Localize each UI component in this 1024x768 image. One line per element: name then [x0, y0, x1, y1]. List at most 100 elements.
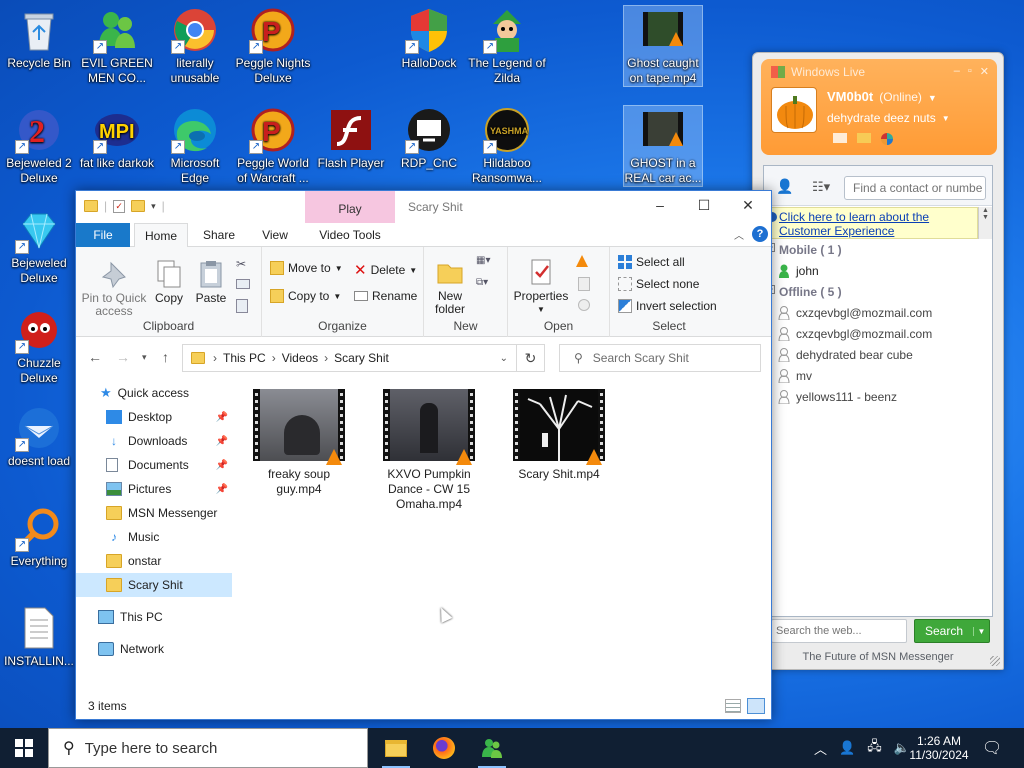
personal-message[interactable]: dehydrate deez nuts ▼	[827, 111, 950, 125]
desktop-icon-chuzzle[interactable]: ↗ Chuzzle Deluxe	[0, 306, 78, 386]
username[interactable]: VM0b0t	[827, 89, 873, 104]
breadcrumb-scary-shit[interactable]: Scary Shit	[334, 351, 389, 365]
group-header-mobile[interactable]: − Mobile ( 1 )	[766, 243, 842, 257]
select-none-button[interactable]: Select none	[618, 277, 699, 291]
contact-item[interactable]: dehydrated bear cube	[778, 348, 913, 363]
help-icon[interactable]: ?	[752, 226, 768, 242]
rename-button[interactable]: Rename	[354, 289, 417, 303]
breadcrumb-videos[interactable]: Videos	[282, 351, 318, 365]
contact-list-options-icon[interactable]: ☷▾	[812, 179, 830, 195]
show-hidden-icons-icon[interactable]: ︿	[814, 739, 827, 758]
details-view-icon[interactable]	[725, 699, 741, 713]
qat-dropdown-icon[interactable]: ▾	[151, 201, 156, 212]
new-item-icon[interactable]: ▦▾	[476, 255, 490, 266]
folder-icon[interactable]	[857, 133, 871, 143]
select-all-button[interactable]: Select all	[618, 255, 685, 269]
desktop-icon-ghost-in-real-car[interactable]: GHOST in a REAL car ac...	[623, 105, 703, 187]
nav-network[interactable]: Network	[76, 637, 232, 661]
tab-share[interactable]: Share	[192, 223, 246, 247]
address-bar[interactable]: › This PC › Videos › Scary Shit ⌄	[182, 344, 517, 372]
move-to-button[interactable]: Move to ▼	[270, 261, 343, 275]
desktop-icon-peggle-nights[interactable]: P ↗ Peggle Nights Deluxe	[234, 6, 312, 86]
contact-item[interactable]: mv	[778, 369, 812, 384]
add-contact-icon[interactable]: 👤	[776, 178, 793, 195]
file-item[interactable]: KXVO Pumpkin Dance - CW 15 Omaha.mp4	[374, 389, 484, 512]
web-search-input[interactable]	[771, 619, 907, 643]
collapse-ribbon-icon[interactable]: ︿	[734, 227, 744, 242]
new-folder-button[interactable]: New folder	[428, 257, 472, 316]
large-icons-view-icon[interactable]	[747, 698, 765, 714]
desktop-icon-hildaboo[interactable]: YASHMA ↗ Hildaboo Ransomwa...	[468, 106, 546, 186]
tab-play-contextual[interactable]: Play	[305, 191, 395, 223]
clock[interactable]: 1:26 AM 11/30/2024	[906, 728, 972, 768]
desktop-icon-ghost-caught-on-tape[interactable]: Ghost caught on tape.mp4	[623, 5, 703, 87]
cut-icon[interactable]: ✂	[236, 257, 246, 271]
nav-music[interactable]: ♪ Music	[76, 525, 232, 549]
minimize-icon[interactable]: –	[954, 65, 960, 78]
banner-link[interactable]: Click here to learn about the Customer E…	[779, 210, 929, 238]
paste-button[interactable]: Paste	[192, 259, 230, 305]
contact-item[interactable]: cxzqevbgl@mozmail.com	[778, 306, 932, 321]
notifications-icon[interactable]: 🗨	[982, 728, 1002, 768]
messenger-window[interactable]: Windows Live – ▫ ✕ VM0b0t (Online) ▼ deh…	[752, 52, 1004, 670]
close-button[interactable]: ✕	[728, 197, 768, 214]
history-icon[interactable]	[578, 299, 590, 311]
easy-access-icon[interactable]: ⧉▾	[476, 277, 488, 288]
chevron-down-icon[interactable]: ▼	[928, 93, 937, 103]
minimize-button[interactable]: –	[640, 197, 680, 213]
desktop-icon-edge[interactable]: ↗ Microsoft Edge	[156, 106, 234, 186]
status-text[interactable]: (Online)	[879, 90, 922, 104]
desktop-icon-installing[interactable]: INSTALLIN...	[0, 604, 78, 669]
nav-quick-access[interactable]: ★ Quick access	[76, 381, 232, 405]
desktop-icon-evil-green-men[interactable]: ↗ EVIL GREEN MEN CO...	[78, 6, 156, 86]
edit-icon[interactable]	[578, 277, 590, 291]
desktop-icon-chrome[interactable]: ↗ literally unusable	[156, 6, 234, 86]
breadcrumb-this-pc[interactable]: This PC	[223, 351, 266, 365]
new-folder-icon[interactable]	[131, 200, 146, 212]
desktop-icon-fat-like-darkok[interactable]: MPI ↗ fat like darkok	[78, 106, 156, 171]
properties-check-icon[interactable]: ✓	[113, 199, 126, 213]
search-box[interactable]: ⚲ Search Scary Shit	[559, 344, 761, 372]
desktop-icon-bejeweled-2[interactable]: 2 ↗ Bejeweled 2 Deluxe	[0, 106, 78, 186]
desktop-icon-legend-of-zilda[interactable]: ↗ The Legend of Zilda	[468, 6, 546, 86]
file-item[interactable]: freaky soup guy.mp4	[244, 389, 354, 497]
desktop-icon-rdp-cnc[interactable]: ↗ RDP_CnC	[390, 106, 468, 171]
tab-file[interactable]: File	[76, 223, 130, 247]
nav-desktop[interactable]: Desktop 📌	[76, 405, 232, 429]
paste-shortcut-icon[interactable]	[236, 299, 248, 313]
forward-arrow-icon[interactable]: →	[116, 349, 130, 365]
delete-button[interactable]: ✕ Delete ▼	[354, 261, 417, 279]
vlc-open-icon[interactable]	[576, 255, 588, 267]
nav-pictures[interactable]: Pictures 📌	[76, 477, 232, 501]
desktop-icon-hallodock[interactable]: ↗ HalloDock	[390, 6, 468, 71]
resize-grip-icon[interactable]	[990, 656, 1000, 666]
taskbar-messenger[interactable]	[468, 728, 516, 768]
nav-msn-messenger[interactable]: MSN Messenger	[76, 501, 232, 525]
web-search-button[interactable]: Search ▼	[914, 619, 990, 643]
msn-tray-icon[interactable]: 👤	[839, 740, 855, 756]
file-explorer-window[interactable]: | ✓ ▾ | Play Scary Shit – ☐ ✕ File Home …	[75, 190, 772, 720]
tab-view[interactable]: View	[248, 223, 302, 247]
nav-scary-shit[interactable]: Scary Shit	[76, 573, 232, 597]
close-icon[interactable]: ✕	[980, 65, 989, 78]
contact-item[interactable]: yellows111 - beenz	[778, 390, 897, 405]
nav-downloads[interactable]: ↓ Downloads 📌	[76, 429, 232, 453]
desktop-icon-peggle-wow[interactable]: P ↗ Peggle World of Warcraft ...	[234, 106, 312, 186]
desktop-icon-everything[interactable]: ↗ Everything	[0, 504, 78, 569]
invert-selection-button[interactable]: Invert selection	[618, 299, 717, 313]
mail-icon[interactable]	[833, 133, 847, 143]
back-arrow-icon[interactable]: ←	[88, 349, 102, 365]
properties-button[interactable]: Properties ▼	[512, 257, 570, 316]
msn-butterfly-icon[interactable]	[881, 133, 893, 145]
desktop-icon-flash-player[interactable]: Flash Player	[312, 106, 390, 171]
nav-this-pc[interactable]: This PC	[76, 605, 232, 629]
nav-onstar[interactable]: onstar	[76, 549, 232, 573]
find-contact-input[interactable]	[844, 176, 986, 200]
file-item[interactable]: Scary Shit.mp4	[504, 389, 614, 482]
nav-documents[interactable]: Documents 📌	[76, 453, 232, 477]
tab-video-tools[interactable]: Video Tools	[305, 223, 395, 247]
desktop-icon-recycle-bin[interactable]: Recycle Bin	[0, 6, 78, 71]
network-icon[interactable]: 🖧	[867, 737, 882, 759]
tab-home[interactable]: Home	[134, 223, 188, 247]
desktop-icon-bejeweled[interactable]: ↗ Bejeweled Deluxe	[0, 206, 78, 286]
